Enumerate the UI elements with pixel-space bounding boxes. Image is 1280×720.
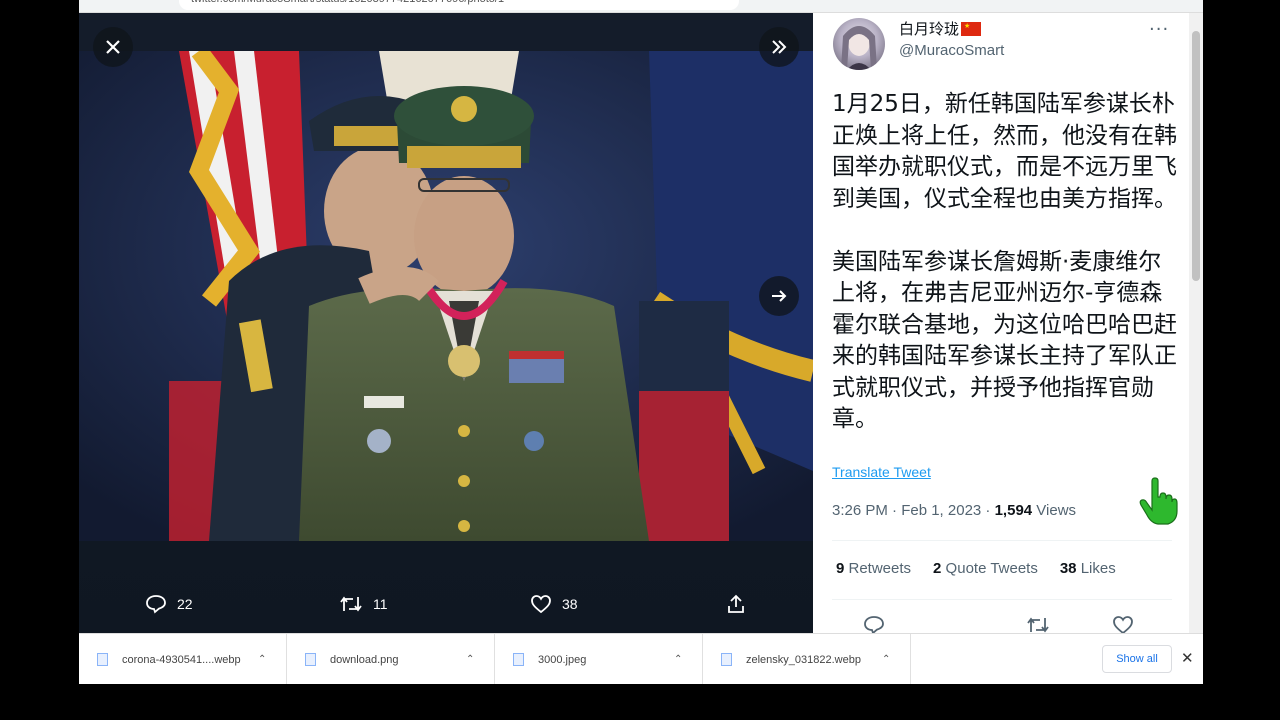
chevron-up-icon[interactable]: ⌃: [882, 654, 910, 665]
chevron-up-icon[interactable]: ⌃: [258, 654, 286, 665]
download-filename: download.png: [330, 653, 399, 666]
china-flag-icon: ★: [961, 21, 982, 36]
heart-icon: [531, 595, 551, 614]
download-bar: corona-4930541....webp ⌃ download.png ⌃ …: [79, 633, 1203, 684]
avatar-image: [841, 26, 877, 70]
quote-tweets-stat-label: Quote Tweets: [941, 560, 1038, 577]
like-action[interactable]: 38: [530, 594, 578, 614]
tweet-action-bar: [813, 611, 1189, 633]
translate-tweet-link[interactable]: Translate Tweet: [832, 464, 931, 480]
scroll-thumb[interactable]: [1192, 31, 1200, 281]
file-icon: [721, 653, 732, 666]
close-icon[interactable]: ✕: [1181, 649, 1194, 667]
reply-icon: [146, 595, 166, 614]
tweet-stats: 9 Retweets 2 Quote Tweets 38 Likes: [836, 560, 1116, 577]
download-filename: 3000.jpeg: [538, 653, 587, 666]
chevron-up-icon[interactable]: ⌃: [466, 654, 494, 665]
reply-count: 22: [177, 596, 193, 612]
retweets-stat[interactable]: 9 Retweets: [836, 560, 911, 577]
next-photo-button[interactable]: [759, 276, 799, 316]
download-filename: zelensky_031822.webp: [746, 653, 861, 666]
tweet-timestamp: 3:26 PM · Feb 1, 2023 · 1,594 Views: [832, 502, 1076, 519]
reply-icon[interactable]: [863, 615, 885, 633]
heart-icon[interactable]: [1112, 615, 1134, 633]
download-item[interactable]: download.png ⌃: [287, 634, 495, 684]
file-icon: [513, 653, 524, 666]
chevron-up-icon[interactable]: ⌃: [674, 654, 702, 665]
share-action[interactable]: [726, 594, 746, 614]
share-icon: [728, 594, 744, 613]
retweet-icon[interactable]: [1026, 615, 1050, 633]
ceremony-photo: [79, 51, 813, 541]
quote-tweets-stat[interactable]: 2 Quote Tweets: [933, 560, 1038, 577]
likes-stat-count: 38: [1059, 560, 1077, 577]
expand-sidebar-button[interactable]: [759, 27, 799, 67]
user-handle[interactable]: @MuracoSmart: [899, 42, 1004, 59]
hand-pointer-icon: [1139, 477, 1178, 525]
media-action-bar: 22 11 38: [79, 585, 813, 625]
views-count: 1,594: [994, 502, 1033, 519]
likes-stat[interactable]: 38 Likes: [1060, 560, 1116, 577]
double-chevron-right-icon: [772, 40, 787, 54]
media-viewer: 22 11 38: [79, 13, 813, 633]
tweet-photo: [79, 51, 813, 541]
download-item[interactable]: corona-4930541....webp ⌃: [79, 634, 287, 684]
tweet-text: 1月25日，新任韩国陆军参谋长朴正焕上将上任，然而，他没有在韩国举办就职仪式，而…: [832, 91, 1177, 432]
download-item[interactable]: 3000.jpeg ⌃: [495, 634, 703, 684]
reply-action[interactable]: 22: [145, 594, 193, 614]
retweet-icon: [340, 596, 362, 612]
display-name-text: 白月玲珑: [899, 20, 960, 38]
file-icon: [305, 653, 316, 666]
tweet-detail-pane: 白月玲珑 ★ @MuracoSmart ··· 1月25日，新任韩国陆军参谋长朴…: [813, 13, 1189, 633]
arrow-right-icon: [772, 290, 787, 302]
views-label: Views: [1032, 502, 1077, 519]
retweets-stat-label: Retweets: [844, 560, 912, 577]
scrollbar[interactable]: [1189, 13, 1203, 633]
browser-window: twitter.com/MuracoSmart/status/162039774…: [79, 0, 1203, 684]
url-field[interactable]: twitter.com/MuracoSmart/status/162039774…: [179, 0, 739, 10]
download-item[interactable]: zelensky_031822.webp ⌃: [703, 634, 911, 684]
avatar[interactable]: [833, 18, 885, 70]
more-options-button[interactable]: ···: [1149, 19, 1169, 40]
display-name[interactable]: 白月玲珑 ★: [899, 18, 982, 39]
download-filename: corona-4930541....webp: [122, 653, 241, 666]
close-media-button[interactable]: [93, 27, 133, 67]
close-icon: [106, 40, 120, 54]
tweet-time[interactable]: 3:26 PM · Feb 1, 2023 ·: [832, 502, 995, 519]
show-all-downloads-button[interactable]: Show all: [1102, 645, 1172, 673]
like-count: 38: [562, 596, 578, 612]
divider: [832, 540, 1172, 541]
likes-stat-label: Likes: [1076, 560, 1116, 577]
retweet-count: 11: [373, 596, 388, 612]
retweet-action[interactable]: 11: [339, 594, 388, 614]
divider: [832, 599, 1172, 600]
file-icon: [97, 653, 108, 666]
address-bar[interactable]: twitter.com/MuracoSmart/status/162039774…: [79, 0, 1203, 13]
